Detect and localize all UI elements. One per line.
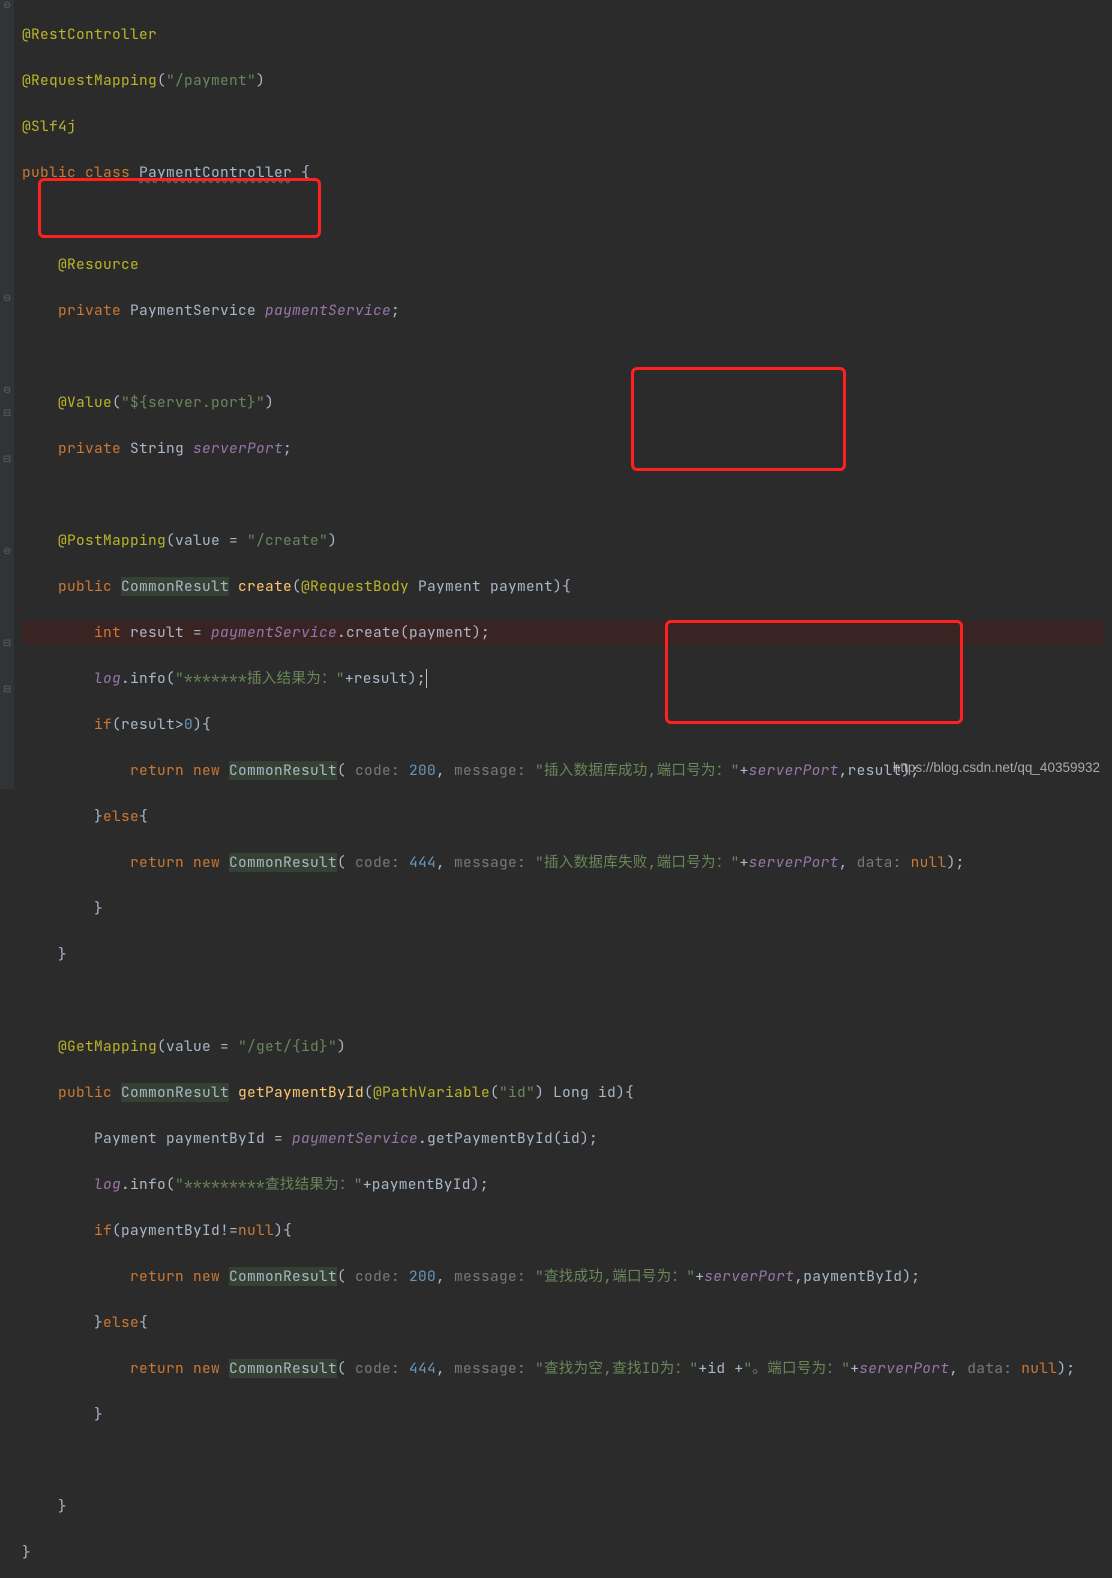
code-editor[interactable]: ⊖ ⊖ ⊖ ⊟ ⊟ ⊖ ⊟ ⊟ @RestController @Request… xyxy=(0,0,1112,789)
code-line: if(result>0){ xyxy=(22,713,1104,736)
fold-icon[interactable]: ⊖ xyxy=(3,293,11,301)
code-line: @GetMapping(value = "/get/{id}") xyxy=(22,1035,1104,1058)
code-line: } xyxy=(22,897,1104,920)
code-line: } xyxy=(22,1541,1104,1564)
code-line: public CommonResult getPaymentById(@Path… xyxy=(22,1081,1104,1104)
code-line: if(paymentById!=null){ xyxy=(22,1219,1104,1242)
fold-icon[interactable]: ⊖ xyxy=(3,546,11,554)
code-line xyxy=(22,345,1104,368)
code-line: log.info("*********查找结果为："+paymentById); xyxy=(22,1173,1104,1196)
code-line xyxy=(22,207,1104,230)
fold-icon[interactable]: ⊟ xyxy=(3,684,11,692)
fold-icon[interactable]: ⊟ xyxy=(3,638,11,646)
code-line: } xyxy=(22,1495,1104,1518)
code-content[interactable]: @RestController @RequestMapping("/paymen… xyxy=(14,0,1112,789)
code-line: @Value("${server.port}") xyxy=(22,391,1104,414)
code-line: private String serverPort; xyxy=(22,437,1104,460)
code-line: public class PaymentController { xyxy=(22,161,1104,184)
code-line: Payment paymentById = paymentService.get… xyxy=(22,1127,1104,1150)
code-line: @PostMapping(value = "/create") xyxy=(22,529,1104,552)
code-line xyxy=(22,1449,1104,1472)
code-line xyxy=(22,989,1104,1012)
code-line: }else{ xyxy=(22,1311,1104,1334)
code-line: return new CommonResult( code: 444, mess… xyxy=(22,851,1104,874)
code-line: } xyxy=(22,1403,1104,1426)
code-line: log.info("*******插入结果为："+result); xyxy=(22,667,1104,690)
code-line: return new CommonResult( code: 200, mess… xyxy=(22,1265,1104,1288)
code-line: public CommonResult create(@RequestBody … xyxy=(22,575,1104,598)
code-line: return new CommonResult( code: 444, mess… xyxy=(22,1357,1104,1380)
watermark: https://blog.csdn.net/qq_40359932 xyxy=(893,756,1100,779)
code-line xyxy=(22,483,1104,506)
fold-icon[interactable]: ⊟ xyxy=(3,454,11,462)
fold-icon[interactable]: ⊟ xyxy=(3,408,11,416)
fold-icon[interactable]: ⊖ xyxy=(3,0,11,8)
fold-icon[interactable]: ⊖ xyxy=(3,385,11,393)
code-line: @RestController xyxy=(22,23,1104,46)
code-line: }else{ xyxy=(22,805,1104,828)
code-line: private PaymentService paymentService; xyxy=(22,299,1104,322)
code-line: @Resource xyxy=(22,253,1104,276)
code-line: @Slf4j xyxy=(22,115,1104,138)
code-line-highlighted: int result = paymentService.create(payme… xyxy=(22,621,1104,644)
gutter: ⊖ ⊖ ⊖ ⊟ ⊟ ⊖ ⊟ ⊟ xyxy=(0,0,14,789)
code-line: } xyxy=(22,943,1104,966)
code-line: @RequestMapping("/payment") xyxy=(22,69,1104,92)
